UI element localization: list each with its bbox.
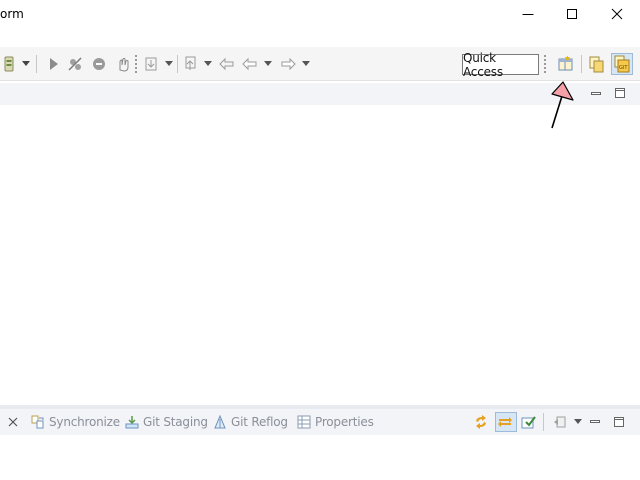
tab-synchronize[interactable]: Synchronize: [30, 409, 120, 435]
java-perspective-button[interactable]: [586, 47, 608, 81]
tab-properties[interactable]: Properties: [296, 409, 374, 435]
forward-dropdown[interactable]: [300, 47, 312, 81]
maximize-icon: [567, 9, 577, 19]
step-into-button[interactable]: [141, 47, 161, 81]
open-task-dropdown[interactable]: [20, 47, 32, 81]
toolbar-separator: [544, 55, 546, 73]
next-annotation-dropdown[interactable]: [202, 47, 214, 81]
tab-label: Git Reflog: [231, 415, 288, 429]
maximize-view-button[interactable]: [613, 86, 627, 100]
open-task-button[interactable]: [0, 47, 18, 81]
next-annotation-button[interactable]: [180, 47, 200, 81]
step-into-icon: [145, 57, 157, 71]
properties-icon: [297, 415, 311, 429]
sync-arrows-icon: [475, 415, 486, 429]
drop-to-frame-icon: [119, 58, 129, 72]
view-menu-icon: [553, 416, 565, 428]
toolbar-separator: [581, 55, 582, 73]
last-edit-location-button[interactable]: [216, 47, 238, 81]
tab-label: Synchronize: [49, 415, 120, 429]
synchronize-all-button[interactable]: [472, 409, 492, 435]
maximize-icon: [613, 417, 624, 427]
open-perspective-button[interactable]: [555, 47, 577, 81]
back-icon: [242, 57, 257, 71]
view-menu-button[interactable]: [551, 409, 571, 435]
tab-label: Properties: [315, 415, 374, 429]
chevron-down-icon: [204, 61, 212, 66]
chevron-down-icon: [573, 419, 582, 424]
chevron-down-icon: [22, 61, 30, 66]
link-arrows-icon: [497, 417, 512, 427]
minimize-icon: [591, 92, 601, 95]
skip-breakpoints-button[interactable]: [65, 47, 85, 81]
close-icon: [611, 8, 623, 20]
toolbar-separator: [177, 55, 178, 73]
tab-label: Git Staging: [143, 415, 208, 429]
maximize-panel-button[interactable]: [613, 409, 627, 435]
link-with-editor-button[interactable]: [494, 409, 518, 435]
minimize-panel-button[interactable]: [589, 409, 603, 435]
terminate-button[interactable]: [89, 47, 109, 81]
toolbar-separator: [36, 55, 37, 73]
view-menu-dropdown[interactable]: [573, 409, 585, 435]
bottom-panel-content[interactable]: [0, 435, 640, 480]
maximize-icon: [615, 88, 625, 98]
synchronize-icon: [31, 415, 44, 429]
last-edit-location-icon: [219, 57, 234, 71]
title-bar: orm: [0, 0, 640, 30]
close-button[interactable]: [594, 0, 640, 28]
minimize-button[interactable]: [505, 0, 551, 28]
annotation-arrow: [551, 81, 574, 129]
minimize-icon: [522, 14, 534, 15]
close-icon: [8, 417, 18, 427]
maximize-button[interactable]: [549, 0, 595, 28]
minimize-icon: [589, 420, 600, 423]
open-perspective-icon: [558, 56, 573, 71]
git-reflog-icon: [214, 414, 226, 429]
forward-button[interactable]: [278, 47, 298, 81]
back-dropdown[interactable]: [262, 47, 274, 81]
commit-button[interactable]: [519, 409, 539, 435]
tab-git-reflog[interactable]: Git Reflog: [212, 409, 288, 435]
forward-icon: [281, 57, 296, 71]
svg-text:GIT: GIT: [619, 65, 628, 71]
resume-button[interactable]: [43, 47, 63, 81]
run-icon: [50, 58, 58, 70]
commit-check-icon: [521, 416, 536, 429]
toolbar-separator: [135, 55, 137, 73]
quick-access-field[interactable]: Quick Access: [462, 51, 539, 79]
minimize-view-button[interactable]: [589, 86, 603, 100]
chevron-down-icon: [264, 61, 272, 66]
step-into-dropdown[interactable]: [163, 47, 175, 81]
chevron-down-icon: [302, 61, 310, 66]
back-button[interactable]: [240, 47, 260, 81]
git-perspective-button[interactable]: GIT: [610, 47, 634, 81]
toolbar-separator: [543, 413, 544, 431]
open-task-icon: [4, 56, 14, 72]
chevron-down-icon: [165, 61, 173, 66]
drop-to-frame-button[interactable]: [112, 47, 134, 81]
window-title: orm: [0, 7, 24, 21]
java-perspective-icon: [589, 56, 604, 73]
tab-close-button[interactable]: [0, 409, 23, 435]
git-perspective-icon: GIT: [614, 55, 630, 73]
terminate-icon: [93, 58, 105, 70]
skip-breakpoints-icon: [68, 57, 82, 71]
main-toolbar: GIT: [0, 47, 640, 81]
next-annotation-icon: [185, 56, 196, 70]
editor-area[interactable]: [0, 105, 640, 405]
tab-git-staging[interactable]: Git Staging: [124, 409, 208, 435]
git-staging-icon: [125, 416, 139, 429]
